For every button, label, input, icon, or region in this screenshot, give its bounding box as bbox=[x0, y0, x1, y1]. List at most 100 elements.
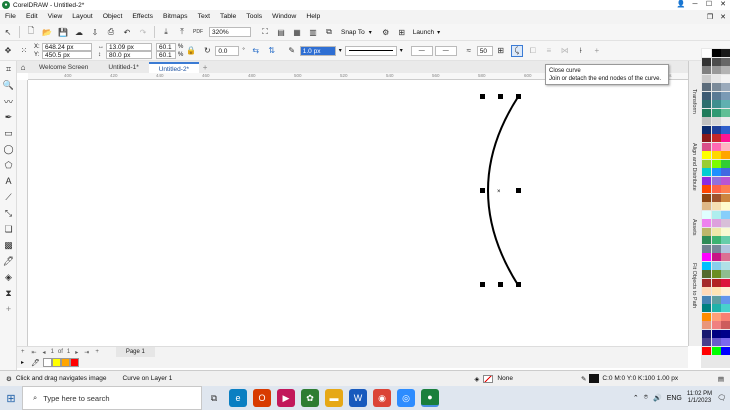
print-icon[interactable]: ⎙ bbox=[105, 26, 117, 38]
handle-top-right[interactable] bbox=[516, 94, 521, 99]
palette-swatch[interactable] bbox=[711, 227, 721, 236]
chevron-down-icon[interactable]: ▾ bbox=[400, 47, 403, 54]
palette-swatch[interactable] bbox=[721, 66, 730, 74]
scale-y-field[interactable]: 60.1 bbox=[156, 50, 176, 59]
palette-swatch[interactable] bbox=[711, 346, 721, 355]
palette-swatch[interactable] bbox=[711, 57, 721, 66]
menu-tools[interactable]: Tools bbox=[241, 10, 267, 24]
palette-swatch[interactable] bbox=[702, 270, 711, 278]
page-tab[interactable]: Page 1 bbox=[115, 347, 155, 357]
handle-bottom-right[interactable] bbox=[516, 282, 521, 287]
palette-swatch[interactable] bbox=[721, 287, 730, 295]
palette-swatch[interactable] bbox=[711, 261, 721, 270]
menu-bitmaps[interactable]: Bitmaps bbox=[158, 10, 193, 24]
palette-swatch[interactable] bbox=[721, 168, 730, 176]
menu-edit[interactable]: Edit bbox=[21, 10, 43, 24]
palette-swatch[interactable] bbox=[702, 321, 711, 329]
height-field[interactable]: 80.0 px bbox=[106, 50, 152, 59]
outline-pen-icon[interactable]: ✎ bbox=[581, 375, 586, 383]
snap-to-dropdown[interactable]: Snap To bbox=[341, 29, 365, 36]
save-icon[interactable]: 💾 bbox=[57, 26, 69, 38]
handle-top-center[interactable] bbox=[498, 94, 503, 99]
palette-swatch[interactable] bbox=[721, 100, 730, 108]
palette-swatch[interactable] bbox=[721, 108, 730, 117]
palette-swatch[interactable] bbox=[711, 287, 721, 295]
palette-swatch[interactable] bbox=[702, 83, 711, 91]
color-settings-icon[interactable]: ▤ bbox=[718, 375, 724, 383]
polygon-tool-icon[interactable]: ⬠ bbox=[0, 157, 17, 173]
menu-help[interactable]: Help bbox=[301, 10, 325, 24]
palette-swatch[interactable] bbox=[721, 219, 730, 227]
smart-fill-icon[interactable]: ⧗ bbox=[0, 285, 17, 301]
palette-swatch[interactable] bbox=[721, 117, 730, 125]
windows-start-icon[interactable]: ⊞ bbox=[0, 392, 22, 405]
maximize-button[interactable]: ☐ bbox=[702, 0, 716, 10]
palette-swatch[interactable] bbox=[702, 74, 711, 83]
palette-swatch[interactable] bbox=[721, 210, 730, 219]
snap-icon[interactable]: ⧉ bbox=[323, 26, 335, 38]
eyedropper-tool-icon[interactable]: 🖊 bbox=[0, 253, 17, 269]
extract-subpath-icon[interactable]: ⧠ bbox=[527, 45, 539, 57]
add-page-icon[interactable]: + bbox=[21, 349, 25, 355]
handle-bottom-center[interactable] bbox=[498, 282, 503, 287]
palette-swatch[interactable] bbox=[721, 312, 730, 321]
minimize-button[interactable]: ─ bbox=[688, 0, 702, 10]
palette-swatch[interactable] bbox=[711, 117, 721, 125]
palette-swatch[interactable] bbox=[721, 278, 730, 287]
palette-swatch[interactable] bbox=[711, 193, 721, 202]
launch-dropdown[interactable]: Launch bbox=[413, 29, 434, 36]
palette-swatch[interactable] bbox=[721, 151, 730, 159]
new-tab-icon[interactable]: + bbox=[199, 62, 211, 73]
office-icon[interactable]: O bbox=[253, 389, 271, 407]
last-page-icon[interactable]: ⇥ bbox=[84, 349, 89, 356]
palette-swatch[interactable] bbox=[721, 134, 730, 142]
smoothing-field[interactable]: 50 bbox=[476, 45, 493, 56]
palette-swatch[interactable] bbox=[711, 91, 721, 100]
dock-tab-fit-objects-path[interactable]: Fit Objects to Path bbox=[691, 263, 697, 308]
import-icon[interactable]: ⤓ bbox=[160, 26, 172, 38]
palette-swatch[interactable] bbox=[721, 304, 730, 312]
palette-swatch[interactable] bbox=[711, 329, 721, 338]
pdf-icon[interactable]: PDF bbox=[192, 26, 204, 38]
palette-swatch[interactable] bbox=[711, 108, 721, 117]
freehand-pick-icon[interactable]: ✥ bbox=[2, 45, 14, 57]
palette-swatch[interactable] bbox=[702, 278, 711, 287]
palette-swatch[interactable] bbox=[721, 202, 730, 210]
angle-field[interactable]: 0.0 bbox=[215, 45, 240, 56]
palette-swatch[interactable] bbox=[711, 253, 721, 261]
ellipse-tool-icon[interactable]: ◯ bbox=[0, 141, 17, 157]
break-apart-icon[interactable]: ⟊ bbox=[575, 45, 587, 57]
palette-swatch[interactable] bbox=[711, 338, 721, 346]
palette-swatch[interactable] bbox=[702, 108, 711, 117]
palette-swatch[interactable] bbox=[721, 125, 730, 134]
palette-swatch[interactable] bbox=[702, 304, 711, 312]
transparency-tool-icon[interactable]: ▩ bbox=[0, 237, 17, 253]
palette-swatch[interactable] bbox=[702, 329, 711, 338]
palette-swatch[interactable] bbox=[711, 210, 721, 219]
palette-swatch[interactable] bbox=[702, 168, 711, 176]
show-grid-icon[interactable]: ▦ bbox=[291, 26, 303, 38]
palette-swatch[interactable] bbox=[721, 185, 730, 193]
vertical-ruler[interactable] bbox=[17, 80, 28, 346]
interactive-fill-icon[interactable]: ◈ bbox=[0, 269, 17, 285]
new-document-icon[interactable]: 🗋 bbox=[25, 26, 37, 38]
palette-swatch[interactable] bbox=[702, 134, 711, 142]
palette-swatch[interactable] bbox=[711, 236, 721, 244]
redo-icon[interactable]: ↷ bbox=[137, 26, 149, 38]
palette-swatch[interactable] bbox=[711, 185, 721, 193]
palette-swatch[interactable] bbox=[711, 270, 721, 278]
rectangle-tool-icon[interactable]: ▭ bbox=[0, 125, 17, 141]
palette-swatch[interactable] bbox=[702, 57, 711, 66]
zoom-app-icon[interactable]: ◎ bbox=[397, 389, 415, 407]
connector-tool-icon[interactable]: ⤡ bbox=[0, 205, 17, 221]
coreldraw-taskbar-icon[interactable]: ● bbox=[421, 389, 439, 407]
palette-swatch[interactable] bbox=[702, 338, 711, 346]
palette-swatch[interactable] bbox=[702, 227, 711, 236]
handle-middle-right[interactable] bbox=[516, 188, 521, 193]
palette-swatch[interactable] bbox=[721, 159, 730, 168]
menu-view[interactable]: View bbox=[43, 10, 68, 24]
handle-middle-left[interactable] bbox=[480, 188, 485, 193]
palette-swatch[interactable] bbox=[721, 57, 730, 66]
cloud-download-icon[interactable]: ⇩ bbox=[89, 26, 101, 38]
task-view-icon[interactable]: ⧉ bbox=[205, 389, 223, 407]
